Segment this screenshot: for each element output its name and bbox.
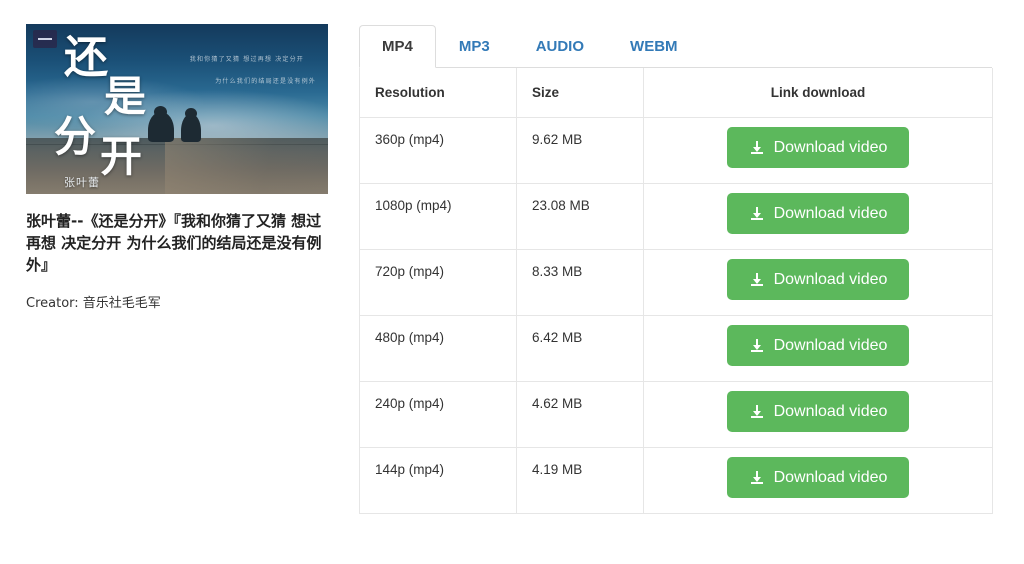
download-video-button-label: Download video bbox=[773, 271, 888, 288]
table-row: 240p (mp4) 4.62 MB Download video bbox=[359, 381, 993, 448]
video-creator: Creator: 音乐社毛毛军 bbox=[26, 296, 161, 312]
format-tabs: MP4 MP3 AUDIO WEBM bbox=[359, 24, 992, 68]
download-video-button[interactable]: Download video bbox=[726, 325, 910, 367]
table-row: 360p (mp4) 9.62 MB Download video bbox=[359, 117, 993, 184]
thumbnail-author-overlay: 张叶蕾 bbox=[64, 176, 100, 189]
tab-mp3[interactable]: MP3 bbox=[436, 25, 513, 68]
cell-size: 6.42 MB bbox=[516, 315, 644, 382]
cell-size: 9.62 MB bbox=[516, 117, 644, 184]
tab-webm[interactable]: WEBM bbox=[607, 25, 701, 68]
download-video-button-label: Download video bbox=[773, 403, 888, 420]
download-video-button-label: Download video bbox=[773, 139, 888, 156]
download-video-button[interactable]: Download video bbox=[726, 457, 910, 499]
table-header-row: Resolution Size Link download bbox=[359, 68, 993, 118]
download-table-head: Resolution Size Link download bbox=[359, 68, 993, 118]
table-row: 1080p (mp4) 23.08 MB Download video bbox=[359, 183, 993, 250]
cell-resolution: 240p (mp4) bbox=[359, 381, 517, 448]
thumbnail-title-char-4: 开 bbox=[100, 132, 143, 181]
cell-link: Download video bbox=[643, 117, 993, 184]
formats-panel: MP4 MP3 AUDIO WEBM Resolution Size Link … bbox=[359, 24, 993, 514]
download-icon bbox=[749, 206, 765, 222]
thumbnail-title-char-2: 是 bbox=[104, 72, 147, 121]
thumbnail-poem-line-1: 我和你猜了又猜 想过再想 决定分开 bbox=[189, 56, 304, 63]
cell-link: Download video bbox=[643, 249, 993, 316]
table-row: 720p (mp4) 8.33 MB Download video bbox=[359, 249, 993, 316]
header-resolution: Resolution bbox=[359, 68, 517, 118]
cell-size: 4.62 MB bbox=[516, 381, 644, 448]
header-link: Link download bbox=[643, 68, 993, 118]
minus-badge-icon bbox=[33, 30, 57, 48]
download-icon bbox=[749, 272, 765, 288]
silhouette-figure-right-head bbox=[185, 108, 197, 119]
video-title: 张叶蕾--《还是分开》『我和你猜了又猜 想过再想 决定分开 为什么我们的结局还是… bbox=[26, 212, 322, 275]
silhouette-figure-left-head bbox=[154, 106, 167, 118]
download-video-button[interactable]: Download video bbox=[726, 193, 910, 235]
cell-resolution: 480p (mp4) bbox=[359, 315, 517, 382]
header-size: Size bbox=[516, 68, 644, 118]
download-icon bbox=[749, 140, 765, 156]
cell-resolution: 144p (mp4) bbox=[359, 447, 517, 514]
cell-resolution: 360p (mp4) bbox=[359, 117, 517, 184]
download-page: 还 是 分 开 张叶蕾 我和你猜了又猜 想过再想 决定分开 为什么我们的结局还是… bbox=[0, 0, 1024, 564]
cell-resolution: 1080p (mp4) bbox=[359, 183, 517, 250]
thumbnail-title-char-3: 分 bbox=[54, 112, 97, 161]
cell-link: Download video bbox=[643, 447, 993, 514]
cell-size: 4.19 MB bbox=[516, 447, 644, 514]
download-video-button-label: Download video bbox=[773, 469, 888, 486]
download-table-body: 360p (mp4) 9.62 MB Download video 1080p … bbox=[359, 117, 993, 514]
cell-resolution: 720p (mp4) bbox=[359, 249, 517, 316]
download-icon bbox=[749, 470, 765, 486]
table-row: 144p (mp4) 4.19 MB Download video bbox=[359, 447, 993, 514]
thumbnail-title-char-1: 还 bbox=[64, 32, 108, 83]
cell-link: Download video bbox=[643, 381, 993, 448]
tab-mp4[interactable]: MP4 bbox=[359, 24, 436, 68]
cell-link: Download video bbox=[643, 315, 993, 382]
video-thumbnail[interactable]: 还 是 分 开 张叶蕾 我和你猜了又猜 想过再想 决定分开 为什么我们的结局还是… bbox=[26, 24, 328, 194]
download-icon bbox=[749, 338, 765, 354]
download-video-button[interactable]: Download video bbox=[726, 391, 910, 433]
video-info-panel: 还 是 分 开 张叶蕾 我和你猜了又猜 想过再想 决定分开 为什么我们的结局还是… bbox=[26, 24, 328, 313]
thumbnail-poem-line-2: 为什么我们的结局还是没有例外 bbox=[215, 78, 316, 85]
download-video-button-label: Download video bbox=[773, 205, 888, 222]
tab-audio[interactable]: AUDIO bbox=[513, 25, 607, 68]
cell-size: 8.33 MB bbox=[516, 249, 644, 316]
download-video-button-label: Download video bbox=[773, 337, 888, 354]
cell-link: Download video bbox=[643, 183, 993, 250]
download-video-button[interactable]: Download video bbox=[726, 127, 910, 169]
download-icon bbox=[749, 404, 765, 420]
cell-size: 23.08 MB bbox=[516, 183, 644, 250]
download-table: Resolution Size Link download 360p (mp4)… bbox=[359, 68, 993, 514]
download-video-button[interactable]: Download video bbox=[726, 259, 910, 301]
table-row: 480p (mp4) 6.42 MB Download video bbox=[359, 315, 993, 382]
